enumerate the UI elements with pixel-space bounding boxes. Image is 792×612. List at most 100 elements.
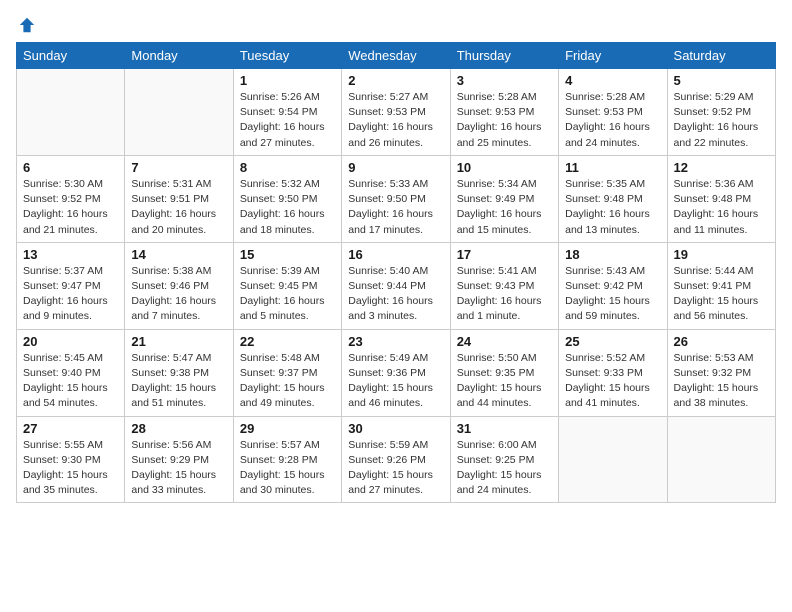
day-number: 31 — [457, 421, 552, 436]
calendar-day-10: 10 Sunrise: 5:34 AM Sunset: 9:49 PM Dayli… — [450, 155, 558, 242]
day-number: 21 — [131, 334, 226, 349]
day-info: Sunrise: 5:53 AM Sunset: 9:32 PM Dayligh… — [674, 351, 769, 412]
calendar-day-24: 24Sunrise: 5:50 AM Sunset: 9:35 PM Dayli… — [450, 329, 558, 416]
day-info: Sunrise: 5:30 AM Sunset: 9:52 PM Dayligh… — [23, 177, 118, 238]
day-number: 14 — [131, 247, 226, 262]
day-number: 25 — [565, 334, 660, 349]
day-number: 7 — [131, 160, 226, 175]
calendar-day-1: 1 Sunrise: 5:26 AM Sunset: 9:54 PM Daylig… — [233, 69, 341, 156]
day-info: Sunrise: 5:37 AM Sunset: 9:47 PM Dayligh… — [23, 264, 118, 325]
weekday-header-wednesday: Wednesday — [342, 43, 450, 69]
day-info: Sunrise: 5:28 AM Sunset: 9:53 PM Dayligh… — [457, 90, 552, 151]
day-info: Sunrise: 5:43 AM Sunset: 9:42 PM Dayligh… — [565, 264, 660, 325]
day-number: 18 — [565, 247, 660, 262]
day-number: 29 — [240, 421, 335, 436]
logo-icon — [18, 16, 36, 34]
day-info: Sunrise: 5:39 AM Sunset: 9:45 PM Dayligh… — [240, 264, 335, 325]
calendar-day-14: 14 Sunrise: 5:38 AM Sunset: 9:46 PM Dayli… — [125, 242, 233, 329]
calendar-day-empty — [559, 416, 667, 503]
page-header — [16, 16, 776, 30]
calendar-table: SundayMondayTuesdayWednesdayThursdayFrid… — [16, 42, 776, 503]
day-info: Sunrise: 5:52 AM Sunset: 9:33 PM Dayligh… — [565, 351, 660, 412]
day-info: Sunrise: 5:40 AM Sunset: 9:44 PM Dayligh… — [348, 264, 443, 325]
day-number: 2 — [348, 73, 443, 88]
calendar-day-12: 12Sunrise: 5:36 AM Sunset: 9:48 PM Dayli… — [667, 155, 775, 242]
day-number: 28 — [131, 421, 226, 436]
calendar-day-30: 30 Sunrise: 5:59 AM Sunset: 9:26 PM Dayli… — [342, 416, 450, 503]
calendar-day-2: 2 Sunrise: 5:27 AM Sunset: 9:53 PM Daylig… — [342, 69, 450, 156]
calendar-day-23: 23Sunrise: 5:49 AM Sunset: 9:36 PM Dayli… — [342, 329, 450, 416]
calendar-day-13: 13 Sunrise: 5:37 AM Sunset: 9:47 PM Dayli… — [17, 242, 125, 329]
calendar-day-22: 22 Sunrise: 5:48 AM Sunset: 9:37 PM Dayli… — [233, 329, 341, 416]
calendar-day-11: 11 Sunrise: 5:35 AM Sunset: 9:48 PM Dayli… — [559, 155, 667, 242]
calendar-day-28: 28 Sunrise: 5:56 AM Sunset: 9:29 PM Dayli… — [125, 416, 233, 503]
day-info: Sunrise: 5:57 AM Sunset: 9:28 PM Dayligh… — [240, 438, 335, 499]
calendar-day-15: 15Sunrise: 5:39 AM Sunset: 9:45 PM Dayli… — [233, 242, 341, 329]
calendar-day-9: 9 Sunrise: 5:33 AM Sunset: 9:50 PM Daylig… — [342, 155, 450, 242]
calendar-day-19: 19 Sunrise: 5:44 AM Sunset: 9:41 PM Dayli… — [667, 242, 775, 329]
day-info: Sunrise: 5:38 AM Sunset: 9:46 PM Dayligh… — [131, 264, 226, 325]
calendar-week-row: 13 Sunrise: 5:37 AM Sunset: 9:47 PM Dayli… — [17, 242, 776, 329]
calendar-day-21: 21 Sunrise: 5:47 AM Sunset: 9:38 PM Dayli… — [125, 329, 233, 416]
calendar-day-6: 6 Sunrise: 5:30 AM Sunset: 9:52 PM Daylig… — [17, 155, 125, 242]
day-info: Sunrise: 5:26 AM Sunset: 9:54 PM Dayligh… — [240, 90, 335, 151]
day-info: Sunrise: 5:44 AM Sunset: 9:41 PM Dayligh… — [674, 264, 769, 325]
day-number: 13 — [23, 247, 118, 262]
calendar-day-4: 4Sunrise: 5:28 AM Sunset: 9:53 PM Daylig… — [559, 69, 667, 156]
day-info: Sunrise: 5:59 AM Sunset: 9:26 PM Dayligh… — [348, 438, 443, 499]
day-info: Sunrise: 5:29 AM Sunset: 9:52 PM Dayligh… — [674, 90, 769, 151]
day-number: 3 — [457, 73, 552, 88]
day-number: 19 — [674, 247, 769, 262]
day-number: 12 — [674, 160, 769, 175]
calendar-day-18: 18 Sunrise: 5:43 AM Sunset: 9:42 PM Dayli… — [559, 242, 667, 329]
day-number: 4 — [565, 73, 660, 88]
day-number: 20 — [23, 334, 118, 349]
calendar-day-27: 27Sunrise: 5:55 AM Sunset: 9:30 PM Dayli… — [17, 416, 125, 503]
day-info: Sunrise: 5:34 AM Sunset: 9:49 PM Dayligh… — [457, 177, 552, 238]
day-number: 11 — [565, 160, 660, 175]
calendar-day-29: 29 Sunrise: 5:57 AM Sunset: 9:28 PM Dayli… — [233, 416, 341, 503]
day-info: Sunrise: 5:47 AM Sunset: 9:38 PM Dayligh… — [131, 351, 226, 412]
day-info: Sunrise: 5:56 AM Sunset: 9:29 PM Dayligh… — [131, 438, 226, 499]
day-number: 1 — [240, 73, 335, 88]
weekday-header-tuesday: Tuesday — [233, 43, 341, 69]
calendar-day-16: 16 Sunrise: 5:40 AM Sunset: 9:44 PM Dayli… — [342, 242, 450, 329]
calendar-day-17: 17 Sunrise: 5:41 AM Sunset: 9:43 PM Dayli… — [450, 242, 558, 329]
calendar-week-row: 1 Sunrise: 5:26 AM Sunset: 9:54 PM Daylig… — [17, 69, 776, 156]
day-info: Sunrise: 5:33 AM Sunset: 9:50 PM Dayligh… — [348, 177, 443, 238]
calendar-day-26: 26 Sunrise: 5:53 AM Sunset: 9:32 PM Dayli… — [667, 329, 775, 416]
day-info: Sunrise: 5:27 AM Sunset: 9:53 PM Dayligh… — [348, 90, 443, 151]
day-number: 9 — [348, 160, 443, 175]
weekday-header-sunday: Sunday — [17, 43, 125, 69]
day-number: 5 — [674, 73, 769, 88]
calendar-day-8: 8 Sunrise: 5:32 AM Sunset: 9:50 PM Daylig… — [233, 155, 341, 242]
day-number: 17 — [457, 247, 552, 262]
day-number: 10 — [457, 160, 552, 175]
calendar-week-row: 6 Sunrise: 5:30 AM Sunset: 9:52 PM Daylig… — [17, 155, 776, 242]
day-info: Sunrise: 5:41 AM Sunset: 9:43 PM Dayligh… — [457, 264, 552, 325]
logo — [16, 16, 36, 30]
calendar-day-empty — [17, 69, 125, 156]
day-number: 8 — [240, 160, 335, 175]
calendar-day-empty — [125, 69, 233, 156]
day-number: 30 — [348, 421, 443, 436]
calendar-day-25: 25 Sunrise: 5:52 AM Sunset: 9:33 PM Dayli… — [559, 329, 667, 416]
day-number: 26 — [674, 334, 769, 349]
calendar-day-7: 7 Sunrise: 5:31 AM Sunset: 9:51 PM Daylig… — [125, 155, 233, 242]
weekday-header-friday: Friday — [559, 43, 667, 69]
day-info: Sunrise: 5:50 AM Sunset: 9:35 PM Dayligh… — [457, 351, 552, 412]
calendar-day-20: 20Sunrise: 5:45 AM Sunset: 9:40 PM Dayli… — [17, 329, 125, 416]
day-info: Sunrise: 5:48 AM Sunset: 9:37 PM Dayligh… — [240, 351, 335, 412]
calendar-week-row: 27Sunrise: 5:55 AM Sunset: 9:30 PM Dayli… — [17, 416, 776, 503]
day-number: 22 — [240, 334, 335, 349]
calendar-day-31: 31Sunrise: 6:00 AM Sunset: 9:25 PM Dayli… — [450, 416, 558, 503]
day-info: Sunrise: 5:35 AM Sunset: 9:48 PM Dayligh… — [565, 177, 660, 238]
weekday-header-thursday: Thursday — [450, 43, 558, 69]
day-info: Sunrise: 5:55 AM Sunset: 9:30 PM Dayligh… — [23, 438, 118, 499]
day-number: 23 — [348, 334, 443, 349]
day-info: Sunrise: 5:32 AM Sunset: 9:50 PM Dayligh… — [240, 177, 335, 238]
day-number: 16 — [348, 247, 443, 262]
day-number: 6 — [23, 160, 118, 175]
day-info: Sunrise: 5:31 AM Sunset: 9:51 PM Dayligh… — [131, 177, 226, 238]
calendar-day-5: 5 Sunrise: 5:29 AM Sunset: 9:52 PM Daylig… — [667, 69, 775, 156]
